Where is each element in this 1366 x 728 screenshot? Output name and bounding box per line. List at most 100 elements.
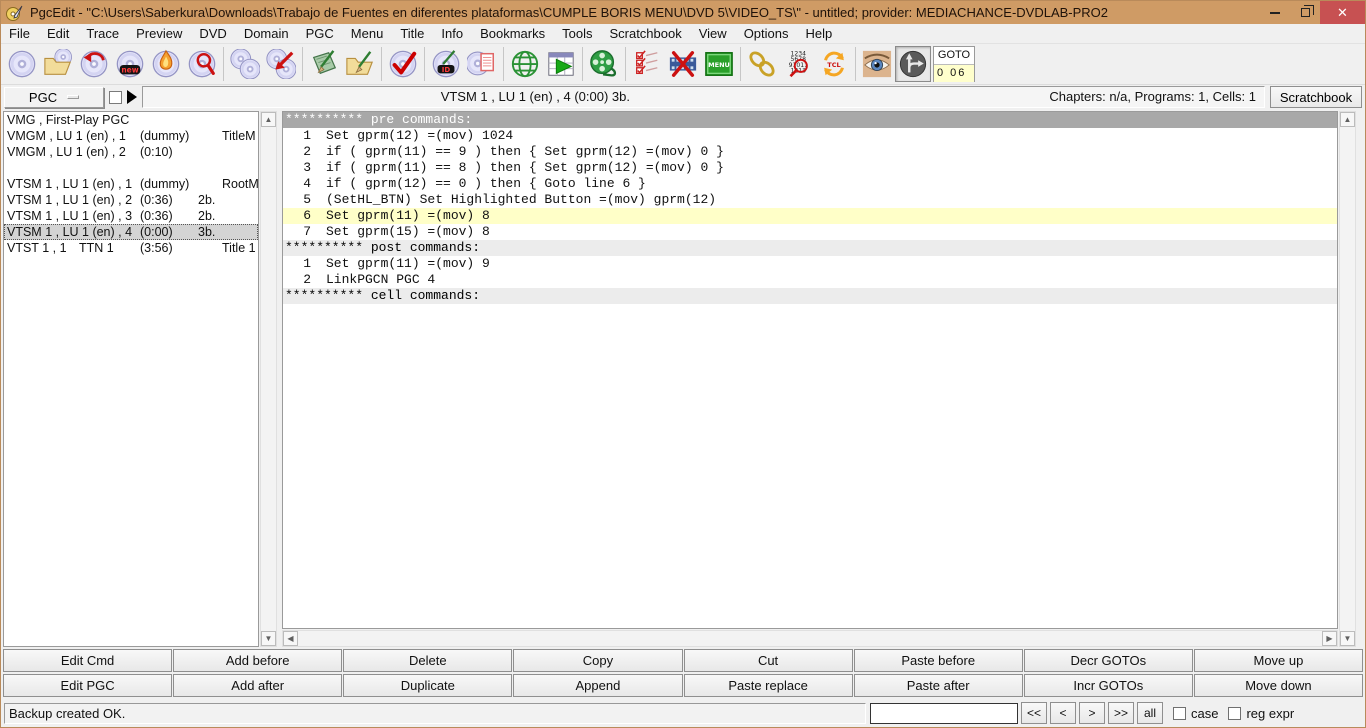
menu-item[interactable]: Edit [47, 26, 79, 41]
command-line[interactable]: 4 if ( gprm(12) == 0 ) then { Goto line … [283, 176, 1337, 192]
pgc-list-row[interactable]: VMGM , LU 1 (en) , 2 (0:10) [4, 144, 258, 160]
menu-item[interactable]: Help [806, 26, 843, 41]
menu-item[interactable]: Bookmarks [480, 26, 555, 41]
action-button[interactable]: Edit PGC [3, 674, 173, 697]
scratchbook-button[interactable]: Scratchbook [1270, 86, 1362, 108]
log-save-button[interactable] [306, 46, 342, 82]
menu-editor-button[interactable]: MENU [701, 46, 737, 82]
action-button[interactable]: Cut [683, 649, 853, 672]
action-button[interactable]: Paste before [853, 649, 1023, 672]
region-free-button[interactable] [507, 46, 543, 82]
pgc-list-row[interactable] [4, 160, 258, 176]
log-open-button[interactable] [342, 46, 378, 82]
title-table-play-button[interactable] [543, 46, 579, 82]
menu-item[interactable]: Tools [562, 26, 602, 41]
command-line[interactable]: 1 Set gprm(11) =(mov) 9 [283, 256, 1337, 272]
action-button[interactable]: Delete [343, 649, 513, 672]
play-icon[interactable] [127, 90, 137, 104]
menu-item[interactable]: Domain [244, 26, 299, 41]
action-button[interactable]: Paste replace [683, 674, 853, 697]
dvd-new-button[interactable]: new [112, 46, 148, 82]
action-button[interactable]: Move down [1193, 674, 1363, 697]
search-nav-button[interactable]: << [1021, 702, 1047, 724]
action-button[interactable]: Add before [173, 649, 343, 672]
action-button[interactable]: Duplicate [343, 674, 513, 697]
preview-button[interactable] [859, 46, 895, 82]
dvd-import-button[interactable] [263, 46, 299, 82]
search-nav-button[interactable]: < [1050, 702, 1076, 724]
command-line[interactable]: 1 Set gprm(12) =(mov) 1024 [283, 128, 1337, 144]
menu-item[interactable]: PGC [306, 26, 344, 41]
dvd-burn-button[interactable] [148, 46, 184, 82]
menu-item[interactable]: Scratchbook [609, 26, 691, 41]
renumber-cells-button[interactable]: 1234 5678 91011 1213 [780, 46, 816, 82]
search-nav-button[interactable]: all [1137, 702, 1163, 724]
pgc-list-row[interactable]: VTST 1 , 1 TTN 1 (3:56) Title 1 [4, 240, 258, 256]
dvd-search-button[interactable] [184, 46, 220, 82]
action-button[interactable]: Incr GOTOs [1023, 674, 1193, 697]
trace-button[interactable] [895, 46, 931, 82]
regexp-checkbox[interactable] [1228, 706, 1242, 720]
pgc-domain-menubutton[interactable]: PGC [4, 86, 104, 108]
menu-item[interactable]: Options [744, 26, 799, 41]
command-line[interactable]: 2 if ( gprm(11) == 9 ) then { Set gprm(1… [283, 144, 1337, 160]
edit-ids-button[interactable]: ID [428, 46, 464, 82]
minimize-button[interactable] [1260, 1, 1290, 24]
command-line[interactable]: 2 LinkPGCN PGC 4 [283, 272, 1337, 288]
action-button[interactable]: Append [513, 674, 683, 697]
copy-ifo-button[interactable] [464, 46, 500, 82]
pgc-checkbox[interactable] [109, 90, 122, 104]
menu-item[interactable]: DVD [199, 26, 236, 41]
search-nav-button[interactable]: > [1079, 702, 1105, 724]
command-list-button[interactable] [629, 46, 665, 82]
menu-item[interactable]: Title [400, 26, 434, 41]
action-button[interactable]: Move up [1193, 649, 1363, 672]
pgc-list-row[interactable]: VTSM 1 , LU 1 (en) , 2 (0:36) 2b. [4, 192, 258, 208]
command-line[interactable]: ********** cell commands: [283, 288, 1337, 304]
dvd-save-button[interactable] [385, 46, 421, 82]
command-line[interactable]: 6 Set gprm(11) =(mov) 8 [283, 208, 1337, 224]
commands-hscrollbar[interactable]: ◀ ▶ [282, 630, 1338, 647]
action-button[interactable]: Copy [513, 649, 683, 672]
pgc-list-row[interactable]: VTSM 1 , LU 1 (en) , 3 (0:36) 2b. [4, 208, 258, 224]
dvd-copy-button[interactable] [227, 46, 263, 82]
pgc-list-row[interactable]: VMGM , LU 1 (en) , 1 (dummy) TitleM [4, 128, 258, 144]
menu-item[interactable]: Trace [86, 26, 129, 41]
menu-item[interactable]: Preview [136, 26, 192, 41]
command-line[interactable]: ********** pre commands: [283, 112, 1337, 128]
restore-button[interactable] [1290, 1, 1320, 24]
dvd-open-folder-button[interactable] [40, 46, 76, 82]
pgc-list-row[interactable]: VMG , First-Play PGC [4, 112, 258, 128]
pgc-list-vscrollbar[interactable]: ▲ ▼ [260, 111, 277, 647]
search-nav-button[interactable]: >> [1108, 702, 1134, 724]
menu-item[interactable]: Info [441, 26, 473, 41]
action-button[interactable]: Edit Cmd [3, 649, 173, 672]
scroll-down-icon[interactable]: ▼ [1340, 631, 1355, 646]
command-line[interactable]: 3 if ( gprm(11) == 8 ) then { Set gprm(1… [283, 160, 1337, 176]
pgc-list-row[interactable]: VTSM 1 , LU 1 (en) , 4 (0:00) 3b. [4, 224, 258, 240]
command-line[interactable]: 5 (SetHL_BTN) Set Highlighted Button =(m… [283, 192, 1337, 208]
scroll-up-icon[interactable]: ▲ [1340, 112, 1355, 127]
scroll-down-icon[interactable]: ▼ [261, 631, 276, 646]
dvd-open-button[interactable] [4, 46, 40, 82]
command-line[interactable]: 7 Set gprm(15) =(mov) 8 [283, 224, 1337, 240]
menu-item[interactable]: Menu [351, 26, 394, 41]
action-button[interactable]: Add after [173, 674, 343, 697]
scroll-right-icon[interactable]: ▶ [1322, 631, 1337, 646]
case-checkbox[interactable] [1173, 706, 1186, 720]
command-line[interactable]: ********** post commands: [283, 240, 1337, 256]
kill-titles-button[interactable] [665, 46, 701, 82]
action-button[interactable]: Decr GOTOs [1023, 649, 1193, 672]
tcl-console-button[interactable]: TCL [816, 46, 852, 82]
dvd-reload-button[interactable] [76, 46, 112, 82]
commands-vscrollbar[interactable]: ▲ ▼ [1339, 111, 1356, 647]
link-button[interactable] [744, 46, 780, 82]
scroll-up-icon[interactable]: ▲ [261, 112, 276, 127]
menu-item[interactable]: View [699, 26, 737, 41]
search-input[interactable] [870, 702, 1018, 724]
menu-item[interactable]: File [9, 26, 40, 41]
scroll-left-icon[interactable]: ◀ [283, 631, 298, 646]
movie-button[interactable] [586, 46, 622, 82]
action-button[interactable]: Paste after [853, 674, 1023, 697]
close-button[interactable]: ✕ [1320, 1, 1365, 24]
